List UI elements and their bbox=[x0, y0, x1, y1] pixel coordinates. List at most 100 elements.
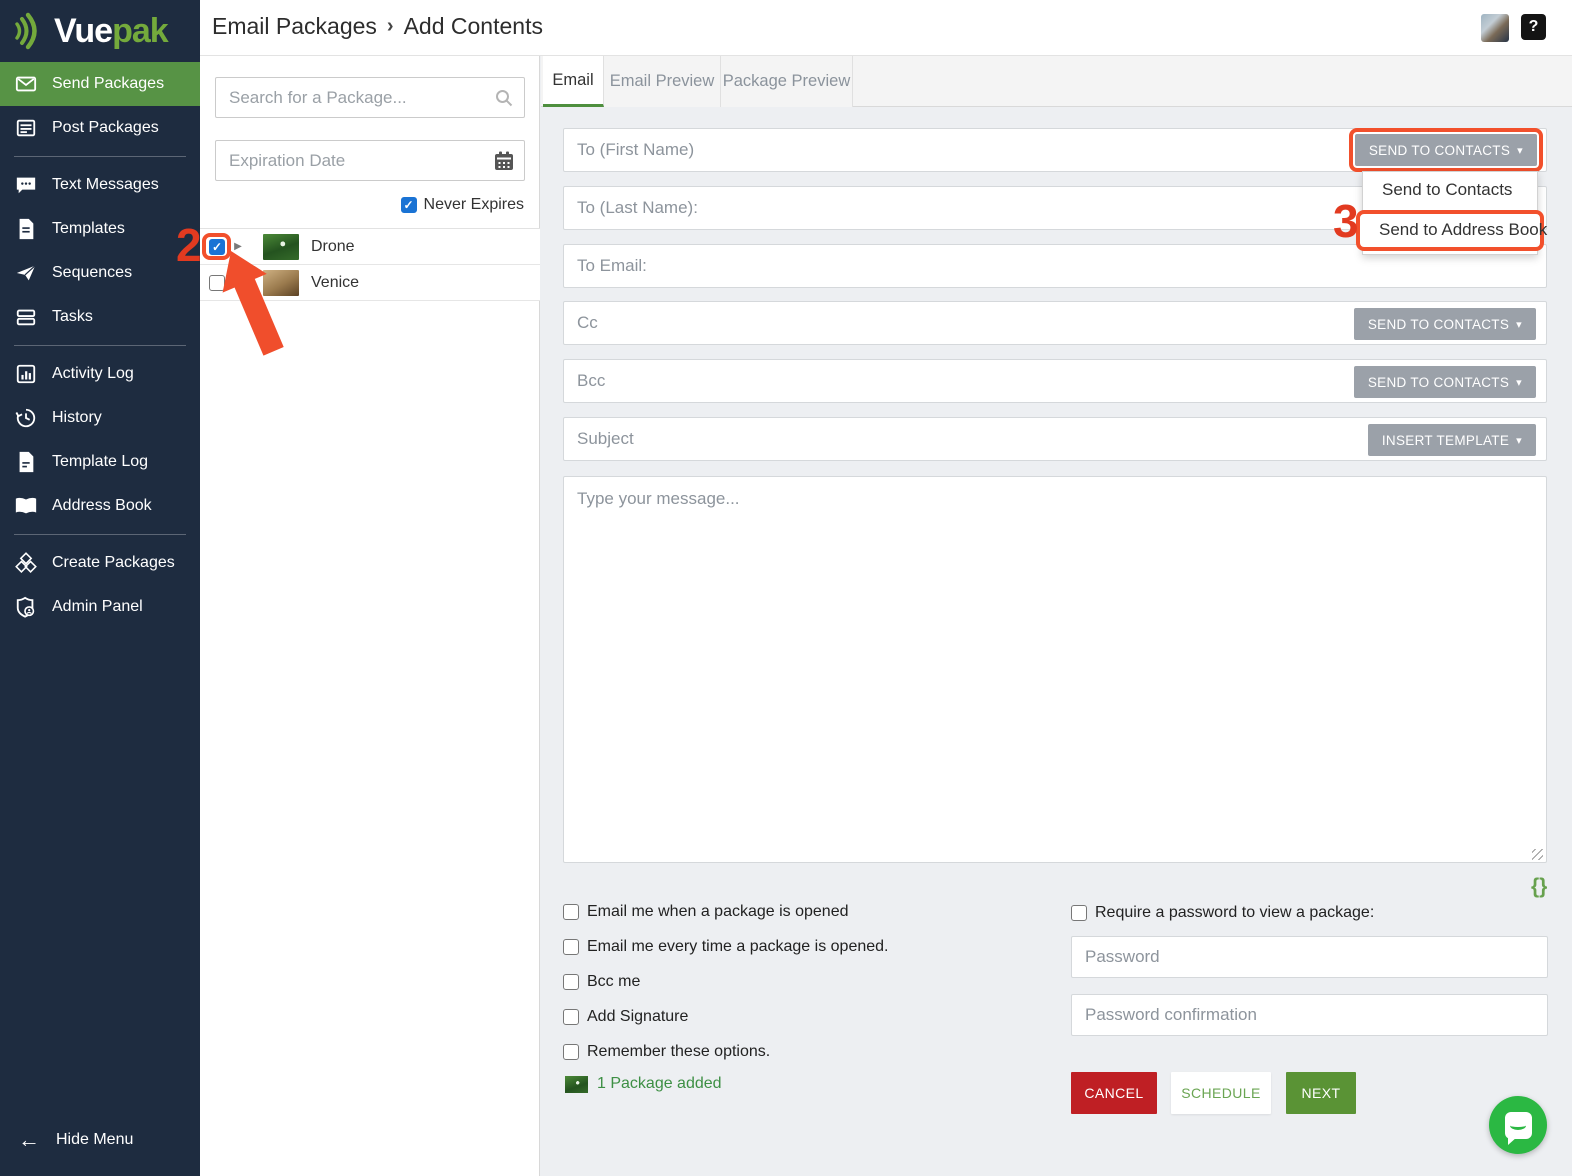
option-label: Email me every time a package is opened. bbox=[587, 938, 889, 955]
email-once-checkbox[interactable] bbox=[563, 904, 579, 920]
sidebar-item-tasks[interactable]: Tasks bbox=[0, 295, 200, 339]
sidebar-item-label: Text Messages bbox=[52, 176, 159, 193]
logo-text-vue: Vue bbox=[54, 11, 113, 50]
breadcrumb-root[interactable]: Email Packages bbox=[212, 13, 377, 40]
sidebar-divider bbox=[14, 156, 186, 157]
tab-email-preview[interactable]: Email Preview bbox=[604, 56, 721, 107]
brand-logo[interactable]: Vuepak bbox=[0, 0, 200, 62]
password-input[interactable] bbox=[1072, 937, 1547, 977]
cancel-button[interactable]: CANCEL bbox=[1071, 1072, 1157, 1114]
calendar-icon[interactable] bbox=[493, 150, 515, 172]
schedule-button[interactable]: SCHEDULE bbox=[1171, 1072, 1271, 1114]
chat-bubble-icon bbox=[14, 173, 38, 197]
cc-send-to-contacts-button[interactable]: SEND TO CONTACTS ▾ bbox=[1353, 308, 1536, 340]
cc-row: SEND TO CONTACTS ▾ bbox=[563, 301, 1547, 345]
option-remember: Remember these options. bbox=[563, 1043, 770, 1061]
chevron-right-icon: › bbox=[386, 15, 394, 37]
email-every-checkbox[interactable] bbox=[563, 939, 579, 955]
chat-bubble-icon bbox=[1504, 1111, 1532, 1145]
paper-plane-icon bbox=[14, 261, 38, 285]
tab-package-preview[interactable]: Package Preview bbox=[721, 56, 853, 107]
package-thumbnail-drone bbox=[263, 233, 299, 260]
sidebar-item-history[interactable]: History bbox=[0, 396, 200, 440]
sidebar-item-post-packages[interactable]: Post Packages bbox=[0, 106, 200, 150]
sidebar-item-templates[interactable]: Templates bbox=[0, 207, 200, 251]
app-root: Vuepak Send Packages Post Packages Text … bbox=[0, 0, 1572, 1176]
require-password-checkbox[interactable] bbox=[1071, 905, 1087, 921]
tasks-icon bbox=[14, 305, 38, 329]
package-thumbnail-venice bbox=[263, 269, 299, 296]
cubes-icon bbox=[14, 551, 38, 575]
chat-launcher-button[interactable] bbox=[1489, 1096, 1547, 1154]
remember-options-checkbox[interactable] bbox=[563, 1044, 579, 1060]
dropdown-item-send-to-address-book[interactable]: Send to Address Book bbox=[1372, 215, 1547, 245]
hide-menu-button[interactable]: ← Hide Menu bbox=[0, 1118, 200, 1162]
option-email-every: Email me every time a package is opened. bbox=[563, 938, 888, 956]
subject-row: INSERT TEMPLATE ▾ bbox=[563, 417, 1547, 461]
caret-down-icon: ▾ bbox=[1516, 376, 1522, 389]
package-added-status[interactable]: 1 Package added bbox=[565, 1075, 722, 1093]
option-require-password: Require a password to view a package: bbox=[1071, 904, 1374, 922]
expiration-date-input[interactable] bbox=[216, 141, 524, 180]
sidebar-item-label: Create Packages bbox=[52, 554, 175, 571]
option-label: Require a password to view a package: bbox=[1095, 904, 1375, 921]
sidebar-item-template-log[interactable]: Template Log bbox=[0, 440, 200, 484]
caret-down-icon: ▾ bbox=[1516, 434, 1522, 447]
package-search-input[interactable] bbox=[216, 78, 524, 117]
help-button[interactable]: ? bbox=[1521, 14, 1546, 40]
add-signature-checkbox[interactable] bbox=[563, 1009, 579, 1025]
annotation-step-3: 3 bbox=[1333, 195, 1359, 247]
send-to-contacts-button[interactable]: SEND TO CONTACTS ▾ bbox=[1354, 134, 1537, 166]
bcc-me-checkbox[interactable] bbox=[563, 974, 579, 990]
sidebar-item-label: Activity Log bbox=[52, 365, 134, 382]
package-row-drone[interactable]: ✓ ▶ Drone bbox=[200, 229, 540, 265]
admin-shield-icon bbox=[14, 595, 38, 619]
button-label: INSERT TEMPLATE bbox=[1381, 432, 1510, 448]
envelope-icon bbox=[14, 72, 38, 96]
dropdown-item-send-to-contacts[interactable]: Send to Contacts bbox=[1363, 172, 1537, 208]
password-confirmation-input[interactable] bbox=[1072, 995, 1547, 1035]
breadcrumb-current: Add Contents bbox=[403, 13, 543, 39]
address-book-icon bbox=[14, 494, 38, 518]
expand-caret-icon[interactable]: ▶ bbox=[225, 241, 251, 252]
option-label: Add Signature bbox=[587, 1008, 689, 1025]
sidebar-item-send-packages[interactable]: Send Packages bbox=[0, 62, 200, 106]
package-name: Drone bbox=[311, 237, 355, 255]
button-label: SEND TO CONTACTS bbox=[1367, 374, 1510, 390]
to-first-name-row: SEND TO CONTACTS ▾ bbox=[563, 128, 1547, 172]
tab-email[interactable]: Email bbox=[543, 56, 604, 107]
sidebar-item-label: Templates bbox=[52, 220, 125, 237]
never-expires-checkbox[interactable]: ✓ bbox=[400, 197, 417, 213]
sidebar-item-activity-log[interactable]: Activity Log bbox=[0, 352, 200, 396]
package-venice-checkbox[interactable] bbox=[209, 274, 225, 291]
check-icon: ✓ bbox=[211, 239, 223, 254]
sidebar-item-label: History bbox=[52, 409, 102, 426]
merge-tags-button[interactable]: {} bbox=[1531, 875, 1547, 899]
sidebar-item-text-messages[interactable]: Text Messages bbox=[0, 163, 200, 207]
sidebar-item-create-packages[interactable]: Create Packages bbox=[0, 541, 200, 585]
sidebar-divider bbox=[14, 345, 186, 346]
insert-template-button[interactable]: INSERT TEMPLATE ▾ bbox=[1367, 424, 1536, 456]
sidebar-item-sequences[interactable]: Sequences bbox=[0, 251, 200, 295]
sidebar-item-label: Sequences bbox=[52, 264, 133, 281]
next-button[interactable]: NEXT bbox=[1286, 1072, 1356, 1114]
sidebar-item-admin-panel[interactable]: Admin Panel bbox=[0, 585, 200, 629]
package-added-thumbnail bbox=[565, 1075, 588, 1093]
status-badge: 1 Package added bbox=[597, 1075, 722, 1092]
expiration-date-field bbox=[215, 140, 525, 181]
package-search bbox=[215, 77, 525, 118]
hide-menu-label: Hide Menu bbox=[56, 1131, 134, 1148]
sidebar-divider bbox=[14, 534, 186, 535]
button-label: SEND TO CONTACTS bbox=[1367, 316, 1510, 332]
user-avatar[interactable] bbox=[1481, 14, 1509, 42]
message-textarea[interactable] bbox=[563, 476, 1547, 863]
package-row-venice[interactable]: Venice bbox=[200, 265, 540, 301]
bcc-send-to-contacts-button[interactable]: SEND TO CONTACTS ▾ bbox=[1353, 366, 1536, 398]
check-icon: ✓ bbox=[403, 198, 414, 212]
package-panel: ✓ Never Expires ✓ ▶ Drone Venice bbox=[200, 56, 540, 1176]
option-label: Email me when a package is opened bbox=[587, 903, 849, 920]
caret-down-icon: ▾ bbox=[1516, 318, 1522, 331]
bcc-row: SEND TO CONTACTS ▾ bbox=[563, 359, 1547, 403]
package-drone-checkbox[interactable]: ✓ bbox=[209, 238, 225, 255]
sidebar-item-address-book[interactable]: Address Book bbox=[0, 484, 200, 528]
